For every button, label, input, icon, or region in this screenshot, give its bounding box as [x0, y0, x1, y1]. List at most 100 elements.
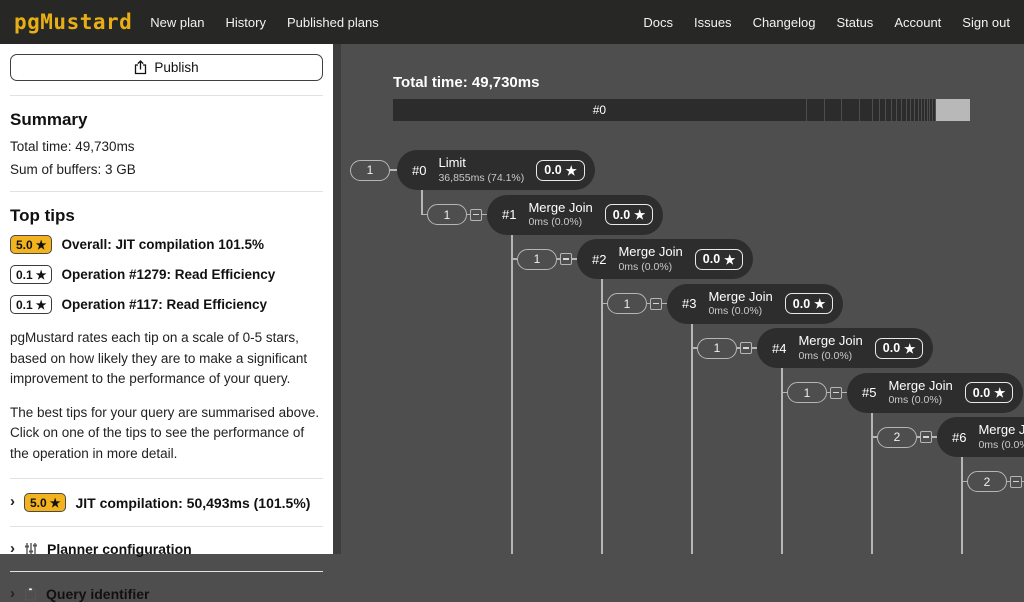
plan-node-detail: 36,855ms (74.1%)	[438, 172, 524, 185]
publish-button[interactable]: Publish	[10, 54, 323, 81]
plan-node-text: Limit36,855ms (74.1%)	[438, 155, 524, 184]
plan-node-id: #6	[952, 430, 966, 445]
nav-item-right-4[interactable]: Account	[894, 15, 941, 30]
plan-node-title: Merge Join	[528, 200, 592, 216]
nav-item-right-2[interactable]: Changelog	[753, 15, 816, 30]
star-icon: ★	[634, 207, 645, 222]
nav-item-left-0[interactable]: New plan	[150, 15, 204, 30]
rating-value: 0.1	[16, 268, 33, 282]
rating-value: 0.0	[793, 297, 810, 311]
connector-line	[781, 368, 783, 554]
tip-label: Operation #117: Read Efficiency	[61, 297, 267, 312]
collapse-toggle-icon[interactable]	[650, 298, 662, 310]
rating-badge: 0.1★	[10, 265, 52, 284]
plan-node-detail: 0ms (0.0%)	[978, 439, 1024, 452]
nav-right-group: Docs Issues Changelog Status Account Sign out	[643, 15, 1010, 30]
rating-badge: 0.0 ★	[965, 382, 1014, 403]
rating-badge: 0.0★	[695, 249, 744, 270]
section-row-2[interactable]: ›Query identifier	[10, 586, 323, 602]
collapse-toggle-icon[interactable]	[1010, 476, 1022, 488]
share-icon	[134, 60, 147, 75]
tip-row[interactable]: 0.1★ Operation #117: Read Efficiency	[10, 295, 323, 314]
explainer-paragraphs: pgMustard rates each tip on a scale of 0…	[10, 328, 323, 464]
nav-item-left-2[interactable]: Published plans	[287, 15, 379, 30]
sidebar: Publish Summary Total time: 49,730msSum …	[0, 44, 333, 554]
divider	[10, 478, 323, 479]
plan-visualizer: Total time: 49,730ms #0 1#0Limit36,855ms…	[341, 44, 1024, 554]
star-icon: ★	[36, 298, 47, 312]
node-count-pill[interactable]: 1	[350, 160, 390, 181]
divider	[10, 191, 323, 192]
rating-badge: 5.0★	[10, 235, 52, 254]
rating-value: 5.0	[16, 238, 33, 252]
clipboard-icon	[24, 587, 37, 601]
connector-line	[781, 368, 783, 393]
plan-node-id: #4	[772, 341, 786, 356]
plan-node[interactable]: #6Merge Join0ms (0.0%)0.0★	[937, 417, 1024, 457]
tip-row[interactable]: 5.0★Overall: JIT compilation 101.5%	[10, 235, 323, 254]
star-icon: ★	[814, 296, 825, 311]
chevron-right-icon: ›	[10, 541, 15, 556]
star-icon: ★	[904, 341, 915, 356]
nav-item-right-0[interactable]: Docs	[643, 15, 673, 30]
connector-line	[871, 413, 873, 438]
collapsible-sections: ›5.0★JIT compilation: 50,493ms (101.5%) ›…	[10, 478, 323, 602]
connector-line	[601, 279, 603, 304]
summary-line: Total time: 49,730ms	[10, 139, 323, 154]
star-icon: ★	[566, 163, 577, 178]
nav-item-right-1[interactable]: Issues	[694, 15, 732, 30]
rating-value: 0.0	[613, 208, 630, 222]
star-icon: ★	[994, 385, 1005, 400]
connector-line	[601, 279, 603, 554]
plan-node[interactable]: #3Merge Join0ms (0.0%)0.0★	[667, 284, 843, 324]
collapse-toggle-icon[interactable]	[470, 209, 482, 221]
plan-node-text: Merge Join0ms (0.0%)	[528, 200, 592, 229]
tip-label: Operation #1279: Read Efficiency	[61, 267, 275, 282]
node-count-pill[interactable]: 1	[787, 382, 827, 403]
nav-item-right-5[interactable]: Sign out	[962, 15, 1010, 30]
node-count-pill[interactable]: 1	[427, 204, 467, 225]
star-icon: ★	[724, 252, 735, 267]
collapse-toggle-icon[interactable]	[920, 431, 932, 443]
rating-value: 0.0	[544, 163, 561, 177]
connector-line	[691, 324, 693, 349]
plan-node-text: Merge Join0ms (0.0%)	[798, 333, 862, 362]
sidebar-scrollbar[interactable]	[333, 44, 341, 554]
section-row-1[interactable]: ›Planner configuration	[10, 541, 323, 557]
rating-value: 0.1	[16, 298, 33, 312]
rating-value: 0.0	[973, 386, 990, 400]
plan-node-title: Merge Join	[798, 333, 862, 349]
rating-badge: 0.0 ★	[785, 293, 834, 314]
nav-item-right-3[interactable]: Status	[836, 15, 873, 30]
plan-node-detail: 0ms (0.0%)	[798, 350, 862, 363]
node-count-pill[interactable]: 1	[697, 338, 737, 359]
plan-node[interactable]: #5Merge Join0ms (0.0%)0.0★	[847, 373, 1023, 413]
rating-badge: 0.1★	[10, 295, 52, 314]
plan-node[interactable]: #2Merge Join0ms (0.0%)0.0★	[577, 239, 753, 279]
explainer-paragraph: The best tips for your query are summari…	[10, 403, 323, 465]
node-count-pill[interactable]: 1	[607, 293, 647, 314]
plan-node[interactable]: #1Merge Join0ms (0.0%)0.0★	[487, 195, 663, 235]
star-icon: ★	[36, 268, 47, 282]
connector-line	[421, 190, 423, 215]
chevron-right-icon: ›	[10, 586, 15, 601]
plan-node-title: Merge Join	[888, 378, 952, 394]
collapse-toggle-icon[interactable]	[830, 387, 842, 399]
plan-node[interactable]: #0Limit36,855ms (74.1%)0.0★	[397, 150, 595, 190]
plan-tree: 1#0Limit36,855ms (74.1%)0.0★1#1Merge Joi…	[341, 44, 1024, 554]
plan-node-title: Merge Join	[708, 289, 772, 305]
node-count-pill[interactable]: 2	[877, 427, 917, 448]
tip-row[interactable]: 0.1★ Operation #1279: Read Efficiency	[10, 265, 323, 284]
plan-node-title: Merge Join	[978, 422, 1024, 438]
nav-item-left-1[interactable]: History	[226, 15, 266, 30]
connector-line	[511, 235, 513, 260]
pgmustard-logo[interactable]: pgMustard	[14, 10, 132, 34]
plan-node[interactable]: #4Merge Join0ms (0.0%)0.0★	[757, 328, 933, 368]
section-row-0[interactable]: ›5.0★JIT compilation: 50,493ms (101.5%)	[10, 493, 323, 512]
collapse-toggle-icon[interactable]	[740, 342, 752, 354]
divider	[10, 95, 323, 96]
node-count-pill[interactable]: 2	[967, 471, 1007, 492]
plan-node-detail: 0ms (0.0%)	[708, 305, 772, 318]
node-count-pill[interactable]: 1	[517, 249, 557, 270]
collapse-toggle-icon[interactable]	[560, 253, 572, 265]
